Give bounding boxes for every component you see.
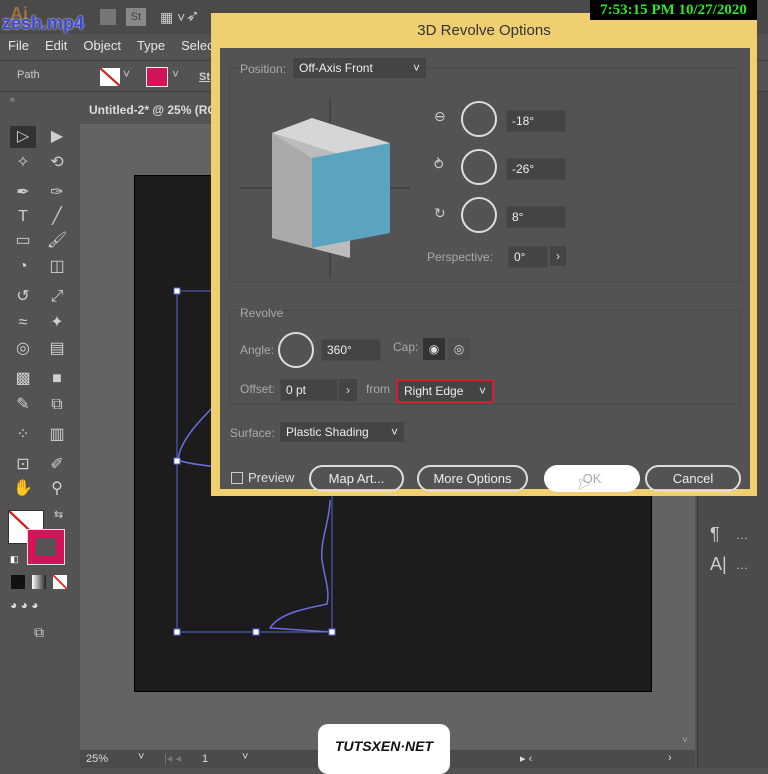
- zoom-level[interactable]: 25%: [86, 753, 108, 765]
- position-label: Position:: [240, 62, 287, 76]
- zoom-chevron-icon[interactable]: ˅: [138, 751, 144, 763]
- artboard-chevron-icon[interactable]: ˅: [242, 751, 248, 763]
- scroll-right-icon[interactable]: ›: [668, 752, 672, 764]
- chevron-down-icon: ˅: [390, 425, 398, 439]
- cap-label: Cap:: [393, 340, 419, 354]
- cap-off-icon[interactable]: ◎: [448, 338, 470, 360]
- perspective-field[interactable]: 0°: [508, 246, 548, 268]
- artboard-number[interactable]: 1: [202, 753, 208, 765]
- z-rotation-field[interactable]: 8°: [506, 206, 566, 228]
- ok-button[interactable]: OK: [544, 465, 640, 492]
- from-value: Right Edge: [404, 384, 464, 398]
- paragraph-more-icon[interactable]: …: [736, 528, 748, 542]
- angle-field[interactable]: 360°: [321, 339, 381, 361]
- y-rotation-dial[interactable]: [461, 149, 497, 185]
- character-icon[interactable]: A|: [710, 554, 727, 575]
- cancel-button[interactable]: Cancel: [645, 465, 741, 492]
- watermark-logo: TUTSXEN·NET: [318, 724, 450, 774]
- offset-label: Offset:: [240, 382, 276, 396]
- surface-label: Surface:: [230, 426, 275, 440]
- preview-label[interactable]: Preview: [248, 470, 294, 485]
- offset-field[interactable]: 0 pt: [280, 379, 338, 401]
- cap-on-icon[interactable]: ◉: [423, 338, 445, 360]
- map-art-button[interactable]: Map Art...: [309, 465, 404, 492]
- surface-value: Plastic Shading: [286, 425, 369, 439]
- character-more-icon[interactable]: …: [736, 558, 748, 572]
- offset-slider-arrow-icon[interactable]: ›: [339, 379, 357, 401]
- position-dropdown[interactable]: Off-Axis Front ˅: [293, 58, 426, 78]
- z-rotation-dial[interactable]: [461, 197, 497, 233]
- x-rotation-field[interactable]: -18°: [506, 110, 566, 132]
- x-rotation-dial[interactable]: [461, 101, 497, 137]
- paragraph-icon[interactable]: ¶: [710, 524, 720, 545]
- from-label: from: [366, 382, 390, 396]
- chevron-down-icon: ˅: [478, 384, 486, 398]
- chevron-down-icon: ˅: [412, 61, 420, 75]
- status-play-icon[interactable]: ▸ ‹: [520, 752, 532, 765]
- y-rotation-field[interactable]: -26°: [506, 158, 566, 180]
- perspective-label: Perspective:: [427, 250, 494, 264]
- surface-dropdown[interactable]: Plastic Shading ˅: [280, 422, 404, 442]
- first-artboard-icon[interactable]: |◂ ◂: [164, 752, 181, 765]
- angle-label: Angle:: [240, 343, 275, 357]
- dialog-body: Position: Off-Axis Front ˅ ⊖ -18° ⥁ -26° …: [220, 48, 750, 493]
- from-dropdown[interactable]: Right Edge ˅: [396, 379, 494, 403]
- 3d-revolve-options-dialog: 3D Revolve Options Position: Off-Axis Fr…: [211, 13, 757, 496]
- mouse-cursor-icon: ➤: [577, 476, 591, 493]
- x-axis-rotation-icon: ⊖: [434, 108, 446, 124]
- preview-checkbox[interactable]: [231, 472, 243, 484]
- z-axis-rotation-icon: ↻: [434, 205, 446, 221]
- revolve-section-title: Revolve: [240, 306, 284, 320]
- cube-preview[interactable]: [240, 88, 420, 278]
- angle-dial[interactable]: [278, 332, 314, 368]
- position-value: Off-Axis Front: [299, 61, 373, 75]
- timestamp-overlay: 7:53:15 PM 10/27/2020: [590, 0, 757, 20]
- perspective-slider-arrow-icon[interactable]: ›: [550, 246, 566, 266]
- y-axis-rotation-icon: ⥁: [434, 156, 444, 172]
- scroll-down-icon[interactable]: ˅: [682, 735, 688, 746]
- more-options-button[interactable]: More Options: [417, 465, 528, 492]
